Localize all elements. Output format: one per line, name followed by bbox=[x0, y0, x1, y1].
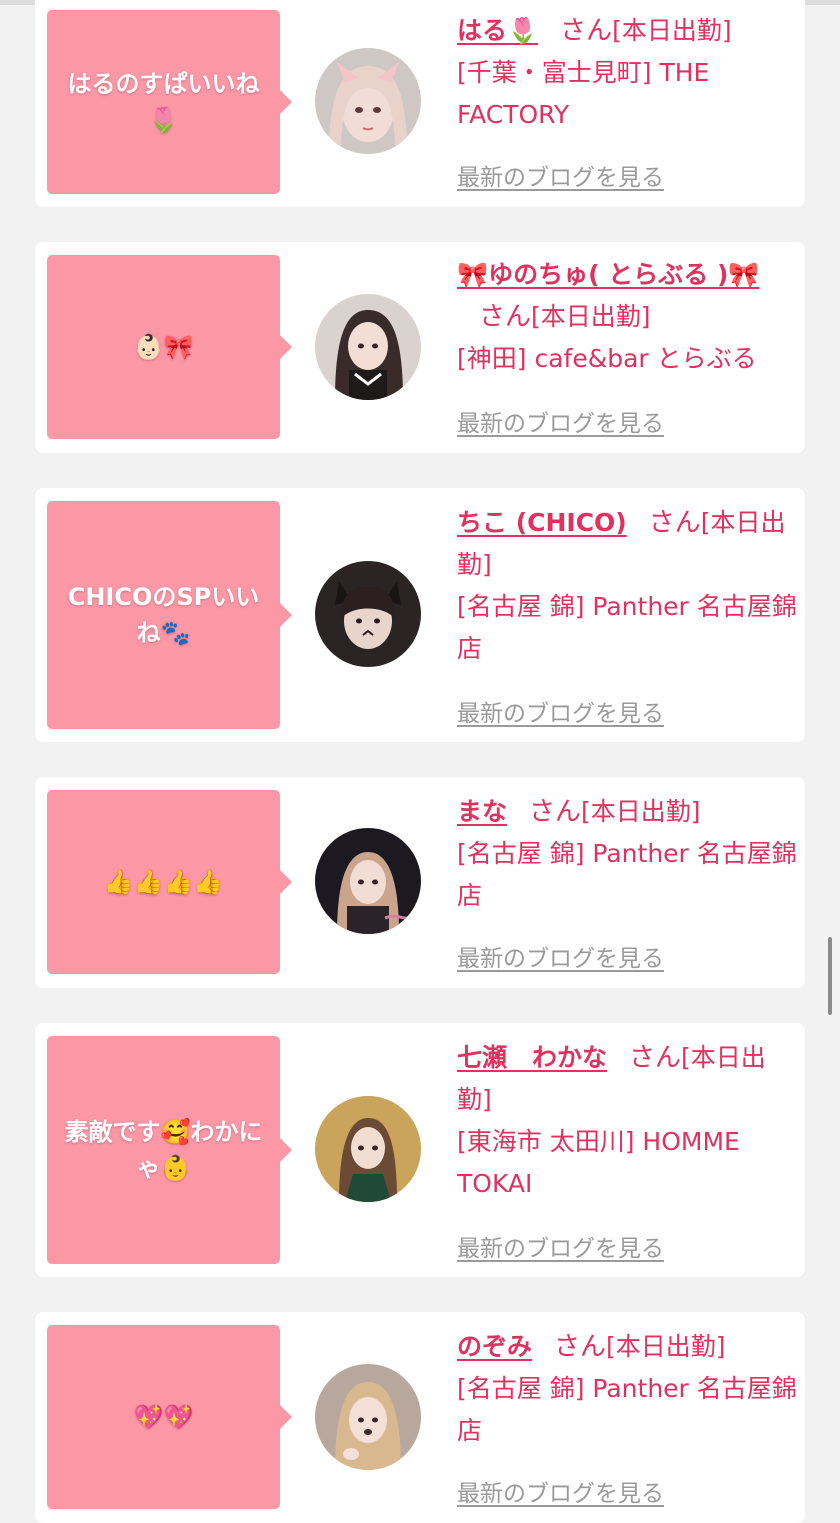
comment-bubble: はるのすぱいいね🌷 bbox=[47, 10, 292, 194]
post-card: 👍👍👍👍 まな さん[本日出勤] [名古屋 錦] Panther 名古屋錦店 最新… bbox=[35, 777, 805, 988]
avatar[interactable] bbox=[315, 828, 421, 934]
work-status: [本日出勤] bbox=[581, 797, 701, 826]
post-card: はるのすぱいいね🌷 はる🌷 さん[本日出勤] [千葉・富士見町] THE FACT… bbox=[35, 0, 805, 207]
latest-blog-link[interactable]: 最新のブログを見る bbox=[457, 939, 664, 973]
work-status: [本日出勤] bbox=[531, 302, 651, 331]
post-info: まな さん[本日出勤] [名古屋 錦] Panther 名古屋錦店 bbox=[457, 791, 797, 917]
comment-text: 素敵です🥰わかにゃ👶 bbox=[64, 1118, 263, 1182]
comment-text: 💖💖 bbox=[133, 1403, 194, 1431]
shop-info: [千葉・富士見町] THE FACTORY bbox=[457, 58, 710, 129]
work-status: [本日出勤] bbox=[612, 16, 732, 45]
latest-blog-link[interactable]: 最新のブログを見る bbox=[457, 404, 664, 438]
honorific: さん bbox=[479, 302, 532, 332]
shop-info: [名古屋 錦] Panther 名古屋錦店 bbox=[457, 1374, 797, 1445]
girl-name-link[interactable]: 七瀬 わかな bbox=[457, 1043, 607, 1072]
post-info: 七瀬 わかな さん[本日出勤] [東海市 太田川] HOMME TOKAI bbox=[457, 1037, 797, 1205]
girl-name-link[interactable]: のぞみ bbox=[457, 1332, 532, 1361]
avatar[interactable] bbox=[315, 294, 421, 400]
comment-text: 👶🏻🎀 bbox=[133, 333, 194, 361]
avatar[interactable] bbox=[315, 1364, 421, 1470]
latest-blog-link[interactable]: 最新のブログを見る bbox=[457, 1474, 664, 1508]
scrollbar[interactable] bbox=[828, 937, 832, 1015]
shop-info: [神田] cafe&bar とらぶる bbox=[457, 344, 757, 373]
latest-blog-link[interactable]: 最新のブログを見る bbox=[457, 694, 664, 728]
post-info: のぞみ さん[本日出勤] [名古屋 錦] Panther 名古屋錦店 bbox=[457, 1326, 797, 1452]
comment-bubble: 💖💖 bbox=[47, 1325, 292, 1509]
comment-bubble: 素敵です🥰わかにゃ👶 bbox=[47, 1036, 292, 1264]
avatar[interactable] bbox=[315, 48, 421, 154]
girl-name-link[interactable]: はる🌷 bbox=[457, 16, 538, 45]
avatar[interactable] bbox=[315, 1096, 421, 1202]
honorific: さん bbox=[629, 1043, 682, 1073]
avatar[interactable] bbox=[315, 561, 421, 667]
comment-bubble: 👶🏻🎀 bbox=[47, 255, 292, 439]
girl-name-link[interactable]: 🎀ゆのちゅ( とらぶる )🎀 bbox=[457, 260, 760, 289]
post-card: CHICOのSPいいね🐾 ちこ (CHICO) さん[本日出勤] [名古屋 錦] … bbox=[35, 488, 805, 742]
post-info: はる🌷 さん[本日出勤] [千葉・富士見町] THE FACTORY bbox=[457, 10, 797, 136]
shop-info: [名古屋 錦] Panther 名古屋錦店 bbox=[457, 839, 797, 910]
latest-blog-link[interactable]: 最新のブログを見る bbox=[457, 158, 664, 192]
honorific: さん bbox=[560, 16, 613, 46]
girl-name-link[interactable]: ちこ (CHICO) bbox=[457, 508, 627, 537]
honorific: さん bbox=[529, 797, 582, 827]
post-card: 👶🏻🎀 🎀ゆのちゅ( とらぶる )🎀 さん[本日出勤] [神田] cafe&bar… bbox=[35, 242, 805, 453]
post-card: 💖💖 のぞみ さん[本日出勤] [名古屋 錦] Panther 名古屋錦店 最新の… bbox=[35, 1312, 805, 1523]
comment-bubble: 👍👍👍👍 bbox=[47, 790, 292, 974]
latest-blog-link[interactable]: 最新のブログを見る bbox=[457, 1229, 664, 1263]
post-info: ちこ (CHICO) さん[本日出勤] [名古屋 錦] Panther 名古屋錦店 bbox=[457, 502, 797, 670]
honorific: さん bbox=[554, 1332, 607, 1362]
post-info: 🎀ゆのちゅ( とらぶる )🎀 さん[本日出勤] [神田] cafe&bar とらぶ… bbox=[457, 254, 797, 380]
comment-text: CHICOのSPいいね🐾 bbox=[67, 583, 260, 647]
comment-bubble: CHICOのSPいいね🐾 bbox=[47, 501, 292, 729]
honorific: さん bbox=[648, 508, 701, 538]
work-status: [本日出勤] bbox=[606, 1332, 726, 1361]
post-card: 素敵です🥰わかにゃ👶 七瀬 わかな さん[本日出勤] [東海市 太田川] HOMM… bbox=[35, 1023, 805, 1277]
comment-text: 👍👍👍👍 bbox=[103, 868, 224, 896]
shop-info: [名古屋 錦] Panther 名古屋錦店 bbox=[457, 592, 797, 663]
shop-info: [東海市 太田川] HOMME TOKAI bbox=[457, 1127, 740, 1198]
girl-name-link[interactable]: まな bbox=[457, 797, 507, 826]
comment-text: はるのすぱいいね🌷 bbox=[67, 70, 260, 134]
